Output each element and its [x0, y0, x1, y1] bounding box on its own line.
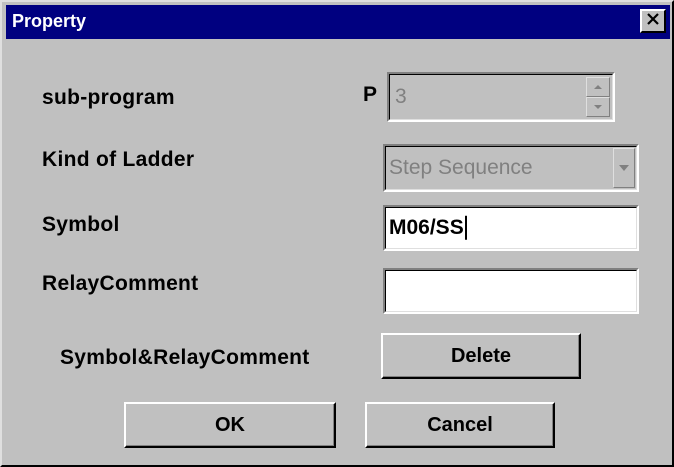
subprogram-label: sub-program — [42, 86, 175, 109]
chevron-down-icon — [619, 165, 629, 171]
spin-buttons — [586, 77, 610, 117]
subprogram-number-value: 3 — [395, 85, 407, 108]
symbol-label: Symbol — [42, 213, 120, 236]
close-icon — [647, 12, 659, 30]
p-label: P — [363, 83, 378, 106]
relay-comment-label: RelayComment — [42, 272, 199, 295]
dialog-title: Property — [12, 11, 87, 31]
arrow-down-icon — [594, 105, 602, 109]
symbol-input[interactable]: M06/SS — [383, 205, 639, 251]
kind-of-ladder-dropdown[interactable]: Step Sequence — [383, 144, 639, 192]
delete-button[interactable]: Delete — [381, 333, 581, 379]
cancel-button[interactable]: Cancel — [365, 402, 555, 448]
kind-of-ladder-value: Step Sequence — [389, 156, 533, 179]
relay-comment-input[interactable] — [383, 268, 639, 314]
title-bar[interactable]: Property — [6, 5, 670, 39]
spin-down-button[interactable] — [586, 97, 610, 117]
symbol-input-value: M06/SS — [389, 215, 464, 239]
subprogram-number-spinbox[interactable]: 3 — [387, 72, 615, 122]
dropdown-button[interactable] — [613, 148, 635, 188]
spin-up-button[interactable] — [586, 77, 610, 97]
property-dialog: Property sub-program P 3 Kind of Ladder … — [0, 0, 674, 467]
close-button[interactable] — [640, 9, 666, 33]
symbol-relay-comment-label: Symbol&RelayComment — [60, 346, 310, 369]
arrow-up-icon — [594, 85, 602, 89]
ok-button[interactable]: OK — [124, 402, 336, 448]
text-caret — [464, 216, 467, 241]
kind-of-ladder-label: Kind of Ladder — [42, 148, 195, 171]
